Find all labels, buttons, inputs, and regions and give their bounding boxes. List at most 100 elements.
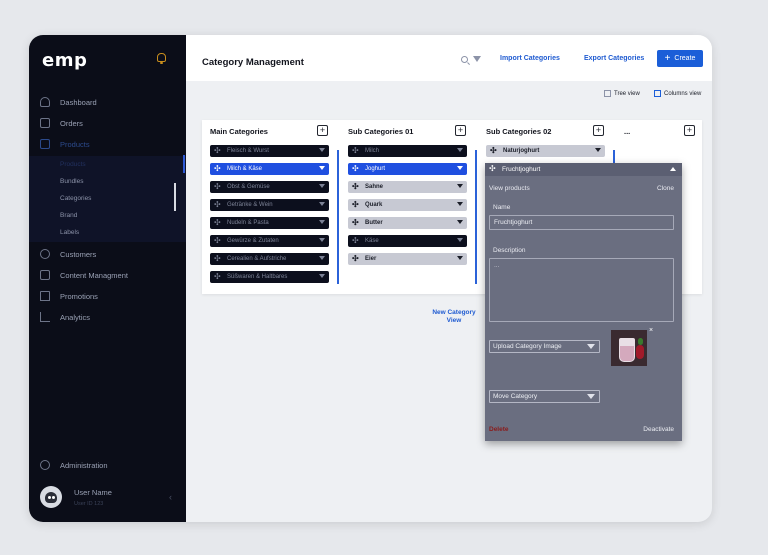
deactivate-link[interactable]: Deactivate: [643, 426, 674, 433]
category-chip[interactable]: ✣ Cerealien & Aufstriche: [210, 253, 329, 265]
grip-icon[interactable]: ✣: [214, 165, 221, 173]
chevron-left-icon[interactable]: ‹: [169, 492, 172, 502]
grip-icon[interactable]: ✣: [214, 273, 221, 281]
grip-icon[interactable]: ✣: [489, 165, 496, 173]
subnav-scrollbar[interactable]: [174, 183, 176, 211]
close-icon[interactable]: ×: [649, 327, 653, 334]
grip-icon[interactable]: ✣: [352, 255, 359, 263]
chevron-down-icon: [587, 394, 595, 399]
subnav-item-bundles[interactable]: Bundles: [60, 178, 84, 185]
grip-icon[interactable]: ✣: [214, 237, 221, 245]
grip-icon[interactable]: ✣: [352, 237, 359, 245]
chevron-down-icon[interactable]: [319, 238, 325, 242]
view-products-link[interactable]: View products: [489, 185, 530, 192]
export-categories-link[interactable]: Export Categories: [584, 55, 644, 62]
subnav-item-categories[interactable]: Categories: [60, 195, 91, 202]
chip-label: Käse: [365, 238, 379, 244]
category-chip[interactable]: ✣ Getränke & Wein: [210, 199, 329, 211]
category-chip[interactable]: ✣ Käse: [348, 235, 467, 247]
chevron-down-icon[interactable]: [457, 220, 463, 224]
category-chip[interactable]: ✣ Butter: [348, 217, 467, 229]
chevron-down-icon[interactable]: [319, 202, 325, 206]
filter-icon[interactable]: [473, 56, 481, 62]
grip-icon[interactable]: ✣: [214, 147, 221, 155]
move-category-select[interactable]: Move Category: [489, 390, 600, 403]
bell-icon[interactable]: [157, 53, 166, 64]
category-chip[interactable]: ✣ Milch & Käse: [210, 163, 329, 175]
grip-icon[interactable]: ✣: [490, 147, 497, 155]
chevron-down-icon[interactable]: [457, 184, 463, 188]
chevron-down-icon[interactable]: [457, 202, 463, 206]
chevron-down-icon[interactable]: [457, 148, 463, 152]
sidebar-item-promotions[interactable]: Promotions: [29, 286, 186, 306]
grip-icon[interactable]: ✣: [352, 165, 359, 173]
description-field[interactable]: ...: [489, 258, 674, 322]
category-chip[interactable]: ✣ Obst & Gemüse: [210, 181, 329, 193]
category-chip[interactable]: ✣ Milch: [348, 145, 467, 157]
sidebar-item-administration[interactable]: Administration: [29, 455, 186, 475]
grip-icon[interactable]: ✣: [352, 201, 359, 209]
category-chip[interactable]: ✣ Sahne: [348, 181, 467, 193]
clone-link[interactable]: Clone: [657, 185, 674, 192]
chevron-down-icon[interactable]: [457, 238, 463, 242]
chevron-down-icon[interactable]: [319, 184, 325, 188]
new-category-view-link[interactable]: New Category View: [429, 309, 479, 325]
chevron-down-icon[interactable]: [319, 148, 325, 152]
upload-image-select[interactable]: Upload Category Image: [489, 340, 600, 353]
grip-icon[interactable]: ✣: [214, 201, 221, 209]
chevron-down-icon[interactable]: [319, 274, 325, 278]
category-chip[interactable]: ✣ Gewürze & Zutaten: [210, 235, 329, 247]
sidebar-item-content[interactable]: Content Managment: [29, 265, 186, 285]
sidebar-item-customers[interactable]: Customers: [29, 244, 186, 264]
name-field[interactable]: Fruchtjoghurt: [489, 215, 674, 230]
chip-label: Cerealien & Aufstriche: [227, 256, 287, 262]
category-chip[interactable]: ✣ Quark: [348, 199, 467, 211]
app-window: emp Dashboard Orders Products Products B…: [29, 35, 712, 522]
category-chip[interactable]: ✣ Eier: [348, 253, 467, 265]
columns-view-toggle[interactable]: Columns view: [654, 90, 701, 97]
category-chip[interactable]: ✣ Joghurt: [348, 163, 467, 175]
subnav-item-products[interactable]: Products: [60, 161, 86, 168]
grip-icon[interactable]: ✣: [352, 183, 359, 191]
subnav-item-labels[interactable]: Labels: [60, 229, 79, 236]
grip-icon[interactable]: ✣: [214, 255, 221, 263]
sidebar-item-orders[interactable]: Orders: [29, 113, 186, 133]
add-icon[interactable]: +: [317, 125, 328, 136]
category-detail-popup: ✣ Fruchtjoghurt View products Clone Name…: [485, 163, 682, 441]
add-icon[interactable]: +: [455, 125, 466, 136]
chevron-down-icon[interactable]: [319, 256, 325, 260]
chevron-down-icon[interactable]: [457, 256, 463, 260]
chevron-down-icon[interactable]: [319, 220, 325, 224]
sidebar-item-dashboard[interactable]: Dashboard: [29, 92, 186, 112]
sidebar-item-analytics[interactable]: Analytics: [29, 307, 186, 327]
image-berry: [636, 345, 644, 359]
chip-label: Obst & Gemüse: [227, 184, 270, 190]
category-chip[interactable]: ✣ Süßwaren & Haltbares: [210, 271, 329, 283]
create-button[interactable]: + Create: [657, 50, 703, 67]
grip-icon[interactable]: ✣: [352, 147, 359, 155]
category-chip[interactable]: ✣ Nudeln & Pasta: [210, 217, 329, 229]
popup-header[interactable]: ✣ Fruchtjoghurt: [485, 163, 682, 176]
category-chip[interactable]: ✣ Naturjoghurt: [486, 145, 605, 157]
column-title: Main Categories: [210, 127, 268, 136]
add-icon[interactable]: +: [684, 125, 695, 136]
chevron-down-icon[interactable]: [457, 166, 463, 170]
grip-icon[interactable]: ✣: [214, 183, 221, 191]
search-icon[interactable]: [461, 56, 468, 63]
delete-link[interactable]: Delete: [489, 426, 509, 433]
category-chip[interactable]: ✣ Fleisch & Wurst: [210, 145, 329, 157]
grip-icon[interactable]: ✣: [214, 219, 221, 227]
add-icon[interactable]: +: [593, 125, 604, 136]
chevron-up-icon[interactable]: [670, 167, 676, 171]
chevron-down-icon[interactable]: [319, 166, 325, 170]
grip-icon[interactable]: ✣: [352, 219, 359, 227]
sidebar-item-label: Analytics: [60, 312, 91, 322]
chevron-down-icon[interactable]: [595, 148, 601, 152]
tree-view-toggle[interactable]: Tree view: [604, 90, 640, 97]
category-image: [611, 330, 647, 366]
chip-label: Getränke & Wein: [227, 202, 273, 208]
sidebar-item-products[interactable]: Products: [29, 134, 186, 154]
import-categories-link[interactable]: Import Categories: [500, 55, 560, 62]
subnav-item-brand[interactable]: Brand: [60, 212, 77, 219]
avatar[interactable]: [40, 486, 62, 508]
